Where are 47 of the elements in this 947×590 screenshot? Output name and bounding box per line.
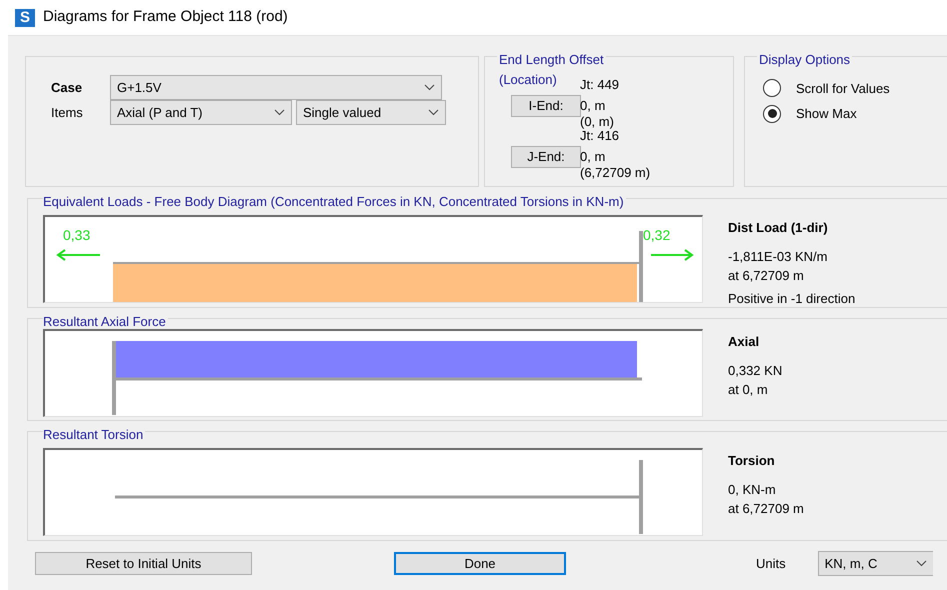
case-label: Case <box>50 78 84 97</box>
radio-button[interactable] <box>763 79 781 98</box>
reset-units-button[interactable]: Reset to Initial Units <box>35 552 252 575</box>
location-value: (0, m) <box>580 114 615 130</box>
app-icon: S <box>15 8 35 26</box>
items-label: Items <box>50 104 84 122</box>
radio-button[interactable] <box>763 104 781 123</box>
result-value: at 6,72709 m <box>728 266 805 284</box>
result-value: 0,332 KN <box>728 362 782 380</box>
option-label: Scroll for Values <box>796 80 890 98</box>
force-value: 0,32 <box>643 226 670 244</box>
result-value: -1,811E-03 KN/m <box>728 248 828 266</box>
group-subtitle: (Location) <box>497 72 559 86</box>
group-title: Display Options <box>757 53 852 67</box>
result-heading: Torsion <box>728 452 776 470</box>
chevron-icon <box>428 109 439 116</box>
joint-number: Jt: 416 <box>580 128 620 144</box>
panel-title: Equivalent Loads - Free Body Diagram (Concentrated Forces in KN, Concentrated Torsions in KN-m) <box>43 195 626 209</box>
offset-value: 0, m <box>580 149 606 165</box>
chevron-icon <box>424 84 435 91</box>
result-heading: Axial <box>728 332 760 350</box>
panel-title: Resultant Axial Force <box>43 315 168 329</box>
result-heading: Dist Load (1-dir) <box>728 218 829 236</box>
units-dropdown[interactable]: KN, m, C <box>818 551 933 576</box>
arrow-icon <box>651 248 694 260</box>
offset-value: 0, m <box>580 98 606 114</box>
result-value: at 6,72709 m <box>728 500 804 518</box>
group-title: End Length Offset <box>497 53 606 67</box>
items-dropdown[interactable]: Axial (P and T) <box>110 100 292 125</box>
force-value: 0,33 <box>63 226 90 244</box>
joint-number: Jt: 449 <box>580 77 620 93</box>
mode-dropdown[interactable]: Single valued <box>296 100 446 125</box>
option-label: Show Max <box>796 105 857 123</box>
result-value: at 0, m <box>728 380 769 398</box>
arrow-icon <box>56 248 100 260</box>
result-value: Positive in -1 direction <box>728 290 856 308</box>
end-button[interactable]: I-End: <box>511 95 581 117</box>
result-value: 0, KN-m <box>728 480 777 498</box>
units-label: Units <box>756 554 786 573</box>
done-button[interactable]: Done <box>394 552 566 575</box>
case-dropdown[interactable]: G+1.5V <box>110 75 442 100</box>
end-button[interactable]: J-End: <box>511 146 581 168</box>
window-title: Diagrams for Frame Object 118 (rod) <box>43 7 288 28</box>
location-value: (6,72709 m) <box>580 165 650 181</box>
chevron-icon <box>274 109 285 116</box>
chevron-icon <box>916 560 927 567</box>
panel-title: Resultant Torsion <box>43 428 146 442</box>
